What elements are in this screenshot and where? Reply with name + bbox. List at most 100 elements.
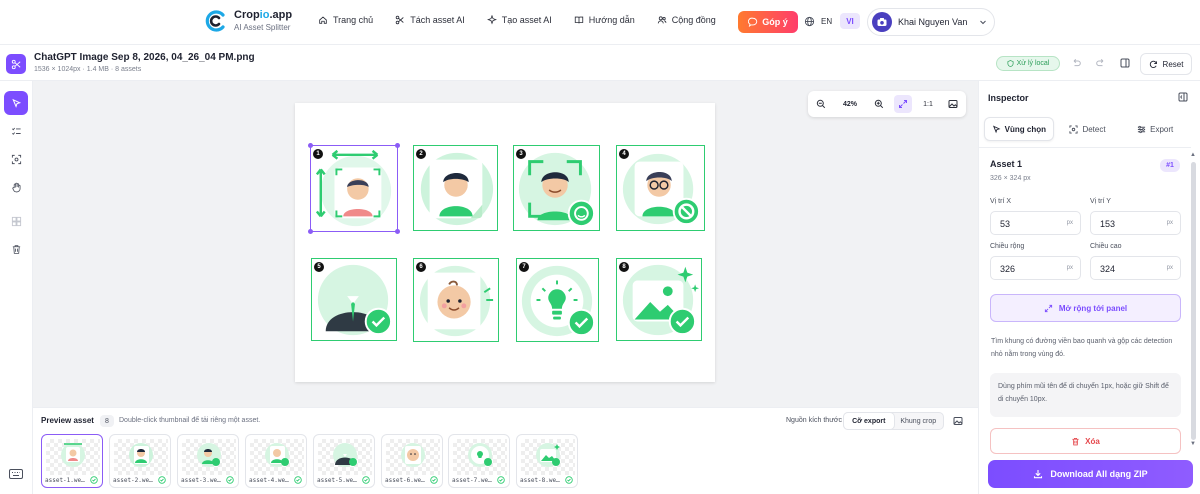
asset-thumbnail[interactable]: asset-5.we… bbox=[313, 434, 375, 488]
fit-image-button[interactable] bbox=[944, 95, 962, 113]
image-icon[interactable] bbox=[953, 416, 963, 426]
seg-crop-frame[interactable]: Khung crop bbox=[894, 413, 944, 429]
scroll-up-arrow[interactable]: ▲ bbox=[1190, 152, 1196, 158]
check-circle-icon bbox=[158, 476, 166, 484]
resize-handle-sw[interactable] bbox=[308, 229, 313, 234]
collapse-panel-icon[interactable] bbox=[1178, 92, 1188, 102]
hand-icon bbox=[11, 182, 20, 192]
zoom-in-button[interactable] bbox=[870, 95, 888, 113]
download-icon bbox=[1034, 470, 1043, 479]
expand-arrows-icon bbox=[899, 100, 907, 108]
asset-thumbnail[interactable]: asset-2.we… bbox=[109, 434, 171, 488]
user-menu[interactable]: Khai Nguyen Van bbox=[867, 8, 995, 36]
zoom-out-button[interactable] bbox=[812, 95, 830, 113]
position-y-input[interactable]: 153 px bbox=[1090, 211, 1181, 235]
nav-item-split[interactable]: Tách asset AI bbox=[395, 15, 465, 25]
delete-asset-button[interactable]: Xóa bbox=[990, 428, 1181, 454]
avatar-sticker-icon bbox=[420, 152, 494, 226]
resize-handle-nw[interactable] bbox=[308, 143, 313, 148]
nav-item-create[interactable]: Tạo asset AI bbox=[486, 15, 552, 25]
list-tool[interactable] bbox=[4, 119, 28, 143]
scissors-icon bbox=[11, 59, 20, 69]
asset-number-badge: 8 bbox=[619, 262, 629, 272]
zoom-in-icon bbox=[874, 99, 884, 109]
nav-item-community[interactable]: Cộng đồng bbox=[657, 15, 716, 25]
asset-thumbnail[interactable]: asset-3.we… bbox=[177, 434, 239, 488]
thumbnail-filename: asset-4.we… bbox=[249, 477, 289, 484]
asset-preview-icon bbox=[129, 443, 153, 467]
select-tool[interactable] bbox=[4, 91, 28, 115]
thumbnail-filename: asset-2.we… bbox=[113, 477, 153, 484]
canvas-asset-8[interactable]: 8 bbox=[616, 258, 702, 341]
book-icon bbox=[574, 16, 583, 24]
undo-icon[interactable] bbox=[1071, 58, 1081, 68]
nav-item-label: Hướng dẫn bbox=[588, 15, 635, 25]
nav-item-label: Cộng đồng bbox=[671, 15, 716, 25]
chevron-down-icon bbox=[980, 20, 987, 25]
sparkle-icon bbox=[486, 15, 497, 25]
sliders-icon bbox=[1138, 125, 1146, 133]
delete-tool[interactable] bbox=[4, 237, 28, 261]
user-name: Khai Nguyen Van bbox=[898, 17, 968, 27]
resize-handle-ne[interactable] bbox=[395, 143, 400, 148]
asset-thumbnail[interactable]: asset-8.we… bbox=[516, 434, 578, 488]
reset-button[interactable]: Reset bbox=[1140, 53, 1192, 75]
trash-icon bbox=[1072, 437, 1079, 445]
scroll-down-arrow[interactable]: ▼ bbox=[1190, 441, 1196, 447]
canvas-asset-6[interactable]: 6 bbox=[413, 258, 499, 342]
expand-to-panel-button[interactable]: Mở rộng tới panel bbox=[990, 294, 1181, 322]
feedback-button[interactable]: Góp ý bbox=[738, 11, 798, 33]
nav-item-home[interactable]: Trang chủ bbox=[318, 15, 373, 25]
tool-mode-button[interactable] bbox=[6, 54, 26, 74]
pan-tool[interactable] bbox=[4, 175, 28, 199]
canvas-asset-2[interactable]: 2 bbox=[413, 145, 498, 231]
inspector-scrollbar[interactable] bbox=[1191, 162, 1196, 440]
seg-export-size[interactable]: Cỡ export bbox=[844, 413, 894, 429]
keyboard-icon[interactable] bbox=[9, 469, 23, 479]
resize-handle-se[interactable] bbox=[395, 229, 400, 234]
camera-icon bbox=[877, 18, 887, 26]
nav-item-guide[interactable]: Hướng dẫn bbox=[574, 15, 635, 25]
scan-icon bbox=[1069, 124, 1078, 134]
blocked-avatar-icon bbox=[622, 153, 701, 226]
tab-detect[interactable]: Detect bbox=[1054, 117, 1122, 141]
width-input[interactable]: 326 px bbox=[990, 256, 1081, 280]
canvas-asset-3[interactable]: 3 bbox=[513, 145, 600, 231]
field-label-y: Vị trí Y bbox=[1090, 198, 1111, 205]
asset-preview-icon bbox=[197, 443, 221, 467]
preview-title: Preview asset bbox=[41, 416, 94, 425]
download-all-zip-button[interactable]: Download All dạng ZIP bbox=[988, 460, 1193, 488]
asset-thumbnail[interactable]: asset-7.we… bbox=[448, 434, 510, 488]
globe-icon bbox=[804, 16, 815, 27]
redo-icon[interactable] bbox=[1096, 58, 1106, 68]
canvas-asset-5[interactable]: 5 bbox=[311, 258, 397, 341]
tab-export[interactable]: Export bbox=[1121, 117, 1189, 141]
asset-preview-icon bbox=[401, 443, 425, 467]
suit-person-icon bbox=[317, 264, 393, 336]
main-nav: Trang chủ Tách asset AI Tạo asset AI Hướ… bbox=[318, 15, 738, 25]
asset-thumbnail[interactable]: asset-4.we… bbox=[245, 434, 307, 488]
scissors-icon bbox=[395, 15, 404, 25]
position-x-input[interactable]: 53 px bbox=[990, 211, 1081, 235]
lightbulb-idea-icon bbox=[521, 265, 596, 337]
image-icon bbox=[948, 100, 958, 108]
canvas-asset-7[interactable]: 7 bbox=[516, 258, 599, 342]
asset-preview-icon bbox=[333, 443, 357, 467]
fit-screen-button[interactable] bbox=[894, 95, 912, 113]
height-input[interactable]: 324 px bbox=[1090, 256, 1181, 280]
check-circle-icon bbox=[430, 476, 438, 484]
asset-thumbnail[interactable]: asset-6.we… bbox=[381, 434, 443, 488]
logo-icon bbox=[205, 10, 225, 32]
actual-size-button[interactable]: 1:1 bbox=[918, 95, 938, 113]
lang-en-option[interactable]: EN bbox=[821, 17, 832, 26]
panel-toggle-icon[interactable] bbox=[1120, 58, 1130, 68]
thumbnail-filename: asset-8.we… bbox=[520, 477, 560, 484]
merge-tool[interactable] bbox=[4, 209, 28, 233]
tab-selection[interactable]: Vùng chọn bbox=[984, 117, 1054, 141]
canvas-asset-4[interactable]: 4 bbox=[616, 145, 705, 231]
asset-thumbnail[interactable]: asset-1.we… bbox=[41, 434, 103, 488]
canvas-asset-1[interactable]: 1 bbox=[310, 145, 398, 232]
brand-logo[interactable]: Cropio.app AI Asset Splitter bbox=[204, 9, 292, 33]
detect-tool[interactable] bbox=[4, 147, 28, 171]
lang-vi-option[interactable]: VI bbox=[840, 13, 860, 29]
